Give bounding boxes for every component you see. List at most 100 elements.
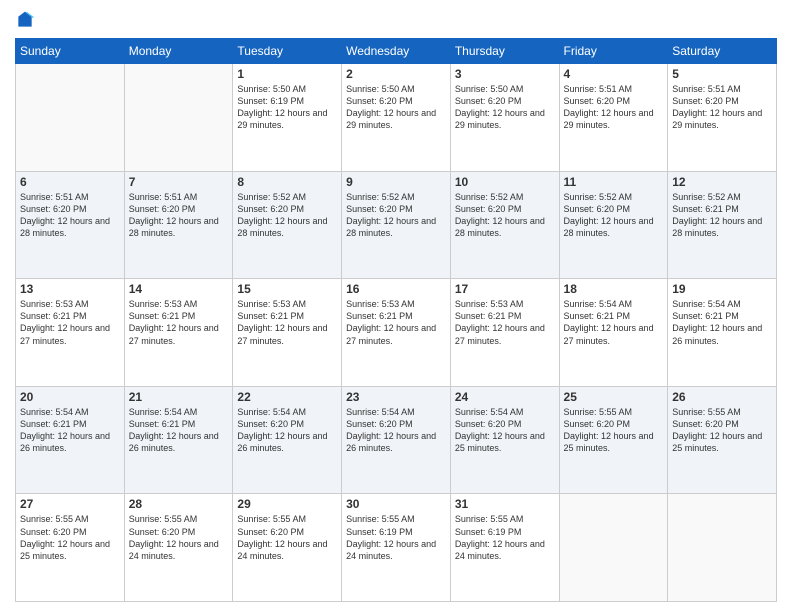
day-number: 23: [346, 390, 446, 404]
calendar-cell: 13 Sunrise: 5:53 AM Sunset: 6:21 PM Dayli…: [16, 279, 125, 387]
calendar-cell: [124, 64, 233, 172]
calendar-cell: 1Sunrise: 5:50 AM Sunset: 6:19 PM Daylig…: [233, 64, 342, 172]
calendar-cell: 20 Sunrise: 5:54 AM Sunset: 6:21 PM Dayli…: [16, 386, 125, 494]
day-info: Sunrise: 5:55 AM Sunset: 6:20 PM Dayligh…: [129, 513, 229, 562]
calendar-cell: 24 Sunrise: 5:54 AM Sunset: 6:20 PM Dayli…: [450, 386, 559, 494]
calendar-cell: 19 Sunrise: 5:54 AM Sunset: 6:21 PM Dayli…: [668, 279, 777, 387]
day-number: 13: [20, 282, 120, 296]
day-info: Sunrise: 5:55 AM Sunset: 6:19 PM Dayligh…: [455, 513, 555, 562]
calendar-cell: 2 Sunrise: 5:50 AM Sunset: 6:20 PM Daylig…: [342, 64, 451, 172]
day-number: 21: [129, 390, 229, 404]
day-number: 16: [346, 282, 446, 296]
day-number: 17: [455, 282, 555, 296]
day-info: Sunrise: 5:55 AM Sunset: 6:20 PM Dayligh…: [237, 513, 337, 562]
day-info: Sunrise: 5:54 AM Sunset: 6:20 PM Dayligh…: [237, 406, 337, 455]
day-info: Sunrise: 5:53 AM Sunset: 6:21 PM Dayligh…: [346, 298, 446, 347]
calendar-cell: 29 Sunrise: 5:55 AM Sunset: 6:20 PM Dayli…: [233, 494, 342, 602]
calendar-cell: 26 Sunrise: 5:55 AM Sunset: 6:20 PM Dayli…: [668, 386, 777, 494]
calendar-cell: 10 Sunrise: 5:52 AM Sunset: 6:20 PM Dayli…: [450, 171, 559, 279]
calendar-cell: 5Sunrise: 5:51 AM Sunset: 6:20 PM Daylig…: [668, 64, 777, 172]
week-row: 27 Sunrise: 5:55 AM Sunset: 6:20 PM Dayli…: [16, 494, 777, 602]
calendar: SundayMondayTuesdayWednesdayThursdayFrid…: [15, 38, 777, 602]
day-number: 27: [20, 497, 120, 511]
calendar-cell: 18Sunrise: 5:54 AM Sunset: 6:21 PM Dayli…: [559, 279, 668, 387]
weekday-header: Wednesday: [342, 39, 451, 64]
day-info: Sunrise: 5:50 AM Sunset: 6:20 PM Dayligh…: [455, 83, 555, 132]
calendar-cell: 25 Sunrise: 5:55 AM Sunset: 6:20 PM Dayli…: [559, 386, 668, 494]
calendar-cell: 23 Sunrise: 5:54 AM Sunset: 6:20 PM Dayli…: [342, 386, 451, 494]
day-info: Sunrise: 5:54 AM Sunset: 6:20 PM Dayligh…: [346, 406, 446, 455]
day-number: 12: [672, 175, 772, 189]
weekday-header: Saturday: [668, 39, 777, 64]
day-number: 4: [564, 67, 664, 81]
day-info: Sunrise: 5:54 AM Sunset: 6:21 PM Dayligh…: [672, 298, 772, 347]
day-info: Sunrise: 5:51 AM Sunset: 6:20 PM Dayligh…: [20, 191, 120, 240]
weekday-header-row: SundayMondayTuesdayWednesdayThursdayFrid…: [16, 39, 777, 64]
calendar-cell: 9Sunrise: 5:52 AM Sunset: 6:20 PM Daylig…: [342, 171, 451, 279]
calendar-cell: 4 Sunrise: 5:51 AM Sunset: 6:20 PM Daylig…: [559, 64, 668, 172]
day-info: Sunrise: 5:54 AM Sunset: 6:21 PM Dayligh…: [20, 406, 120, 455]
calendar-cell: 15 Sunrise: 5:53 AM Sunset: 6:21 PM Dayli…: [233, 279, 342, 387]
day-number: 10: [455, 175, 555, 189]
calendar-cell: 31 Sunrise: 5:55 AM Sunset: 6:19 PM Dayli…: [450, 494, 559, 602]
day-info: Sunrise: 5:55 AM Sunset: 6:20 PM Dayligh…: [564, 406, 664, 455]
day-info: Sunrise: 5:55 AM Sunset: 6:20 PM Dayligh…: [672, 406, 772, 455]
calendar-cell: 14 Sunrise: 5:53 AM Sunset: 6:21 PM Dayli…: [124, 279, 233, 387]
day-number: 11: [564, 175, 664, 189]
day-number: 26: [672, 390, 772, 404]
day-number: 2: [346, 67, 446, 81]
logo: [15, 10, 39, 30]
day-info: Sunrise: 5:53 AM Sunset: 6:21 PM Dayligh…: [237, 298, 337, 347]
weekday-header: Friday: [559, 39, 668, 64]
calendar-cell: 16 Sunrise: 5:53 AM Sunset: 6:21 PM Dayli…: [342, 279, 451, 387]
day-info: Sunrise: 5:52 AM Sunset: 6:21 PM Dayligh…: [672, 191, 772, 240]
calendar-cell: [16, 64, 125, 172]
calendar-cell: [668, 494, 777, 602]
day-number: 19: [672, 282, 772, 296]
calendar-cell: 6 Sunrise: 5:51 AM Sunset: 6:20 PM Daylig…: [16, 171, 125, 279]
calendar-cell: 11 Sunrise: 5:52 AM Sunset: 6:20 PM Dayli…: [559, 171, 668, 279]
calendar-cell: 28 Sunrise: 5:55 AM Sunset: 6:20 PM Dayli…: [124, 494, 233, 602]
calendar-cell: 17 Sunrise: 5:53 AM Sunset: 6:21 PM Dayli…: [450, 279, 559, 387]
day-number: 20: [20, 390, 120, 404]
day-info: Sunrise: 5:52 AM Sunset: 6:20 PM Dayligh…: [455, 191, 555, 240]
calendar-cell: 8Sunrise: 5:52 AM Sunset: 6:20 PM Daylig…: [233, 171, 342, 279]
day-number: 31: [455, 497, 555, 511]
day-number: 3: [455, 67, 555, 81]
week-row: 6 Sunrise: 5:51 AM Sunset: 6:20 PM Daylig…: [16, 171, 777, 279]
day-info: Sunrise: 5:51 AM Sunset: 6:20 PM Dayligh…: [672, 83, 772, 132]
day-info: Sunrise: 5:53 AM Sunset: 6:21 PM Dayligh…: [20, 298, 120, 347]
day-info: Sunrise: 5:51 AM Sunset: 6:20 PM Dayligh…: [129, 191, 229, 240]
calendar-cell: 27 Sunrise: 5:55 AM Sunset: 6:20 PM Dayli…: [16, 494, 125, 602]
day-number: 6: [20, 175, 120, 189]
day-info: Sunrise: 5:55 AM Sunset: 6:20 PM Dayligh…: [20, 513, 120, 562]
week-row: 20 Sunrise: 5:54 AM Sunset: 6:21 PM Dayli…: [16, 386, 777, 494]
day-number: 28: [129, 497, 229, 511]
day-info: Sunrise: 5:51 AM Sunset: 6:20 PM Dayligh…: [564, 83, 664, 132]
day-info: Sunrise: 5:55 AM Sunset: 6:19 PM Dayligh…: [346, 513, 446, 562]
logo-icon: [15, 10, 35, 30]
day-info: Sunrise: 5:52 AM Sunset: 6:20 PM Dayligh…: [564, 191, 664, 240]
day-info: Sunrise: 5:53 AM Sunset: 6:21 PM Dayligh…: [455, 298, 555, 347]
day-number: 14: [129, 282, 229, 296]
day-number: 18: [564, 282, 664, 296]
day-number: 9: [346, 175, 446, 189]
day-number: 15: [237, 282, 337, 296]
day-number: 1: [237, 67, 337, 81]
day-info: Sunrise: 5:50 AM Sunset: 6:20 PM Dayligh…: [346, 83, 446, 132]
calendar-cell: 21Sunrise: 5:54 AM Sunset: 6:21 PM Dayli…: [124, 386, 233, 494]
calendar-cell: 12 Sunrise: 5:52 AM Sunset: 6:21 PM Dayli…: [668, 171, 777, 279]
week-row: 13 Sunrise: 5:53 AM Sunset: 6:21 PM Dayli…: [16, 279, 777, 387]
day-info: Sunrise: 5:53 AM Sunset: 6:21 PM Dayligh…: [129, 298, 229, 347]
weekday-header: Thursday: [450, 39, 559, 64]
day-number: 29: [237, 497, 337, 511]
calendar-cell: 3 Sunrise: 5:50 AM Sunset: 6:20 PM Daylig…: [450, 64, 559, 172]
day-number: 22: [237, 390, 337, 404]
day-number: 25: [564, 390, 664, 404]
calendar-cell: 30Sunrise: 5:55 AM Sunset: 6:19 PM Dayli…: [342, 494, 451, 602]
week-row: 1Sunrise: 5:50 AM Sunset: 6:19 PM Daylig…: [16, 64, 777, 172]
day-info: Sunrise: 5:54 AM Sunset: 6:20 PM Dayligh…: [455, 406, 555, 455]
day-number: 8: [237, 175, 337, 189]
weekday-header: Sunday: [16, 39, 125, 64]
day-number: 24: [455, 390, 555, 404]
